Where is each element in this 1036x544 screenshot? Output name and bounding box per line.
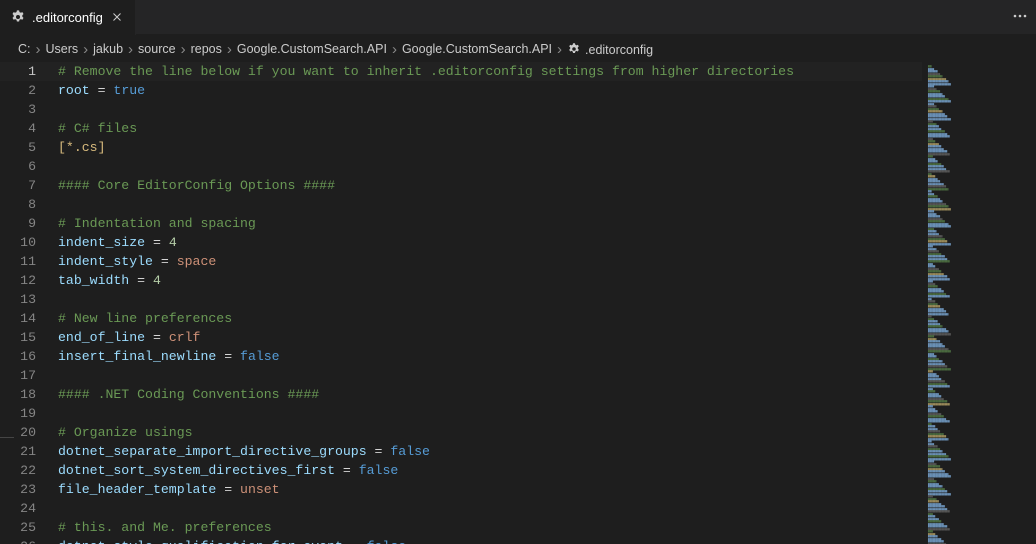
line-number: 5 <box>0 138 58 157</box>
breadcrumb-item[interactable]: Users <box>46 42 79 56</box>
code-line[interactable]: 22dotnet_sort_system_directives_first = … <box>0 461 922 480</box>
line-content: [*.cs] <box>58 138 106 157</box>
tab-title: .editorconfig <box>32 10 103 25</box>
breadcrumb-item[interactable]: Google.CustomSearch.API <box>237 42 387 56</box>
line-number: 7 <box>0 176 58 195</box>
code-line[interactable]: 2root = true <box>0 81 922 100</box>
code-line[interactable]: 21dotnet_separate_import_directive_group… <box>0 442 922 461</box>
line-content: # this. and Me. preferences <box>58 518 272 537</box>
chevron-right-icon: › <box>83 41 88 58</box>
code-line[interactable]: 17 <box>0 366 922 385</box>
line-number: 8 <box>0 195 58 214</box>
line-content: tab_width = 4 <box>58 271 161 290</box>
line-content: file_header_template = unset <box>58 480 280 499</box>
code-line[interactable]: 5[*.cs] <box>0 138 922 157</box>
line-content: # C# files <box>58 119 137 138</box>
line-number: 4 <box>0 119 58 138</box>
code-line[interactable]: 25# this. and Me. preferences <box>0 518 922 537</box>
line-content: end_of_line = crlf <box>58 328 200 347</box>
breadcrumb-item[interactable]: repos <box>191 42 222 56</box>
chevron-right-icon: › <box>36 41 41 58</box>
minimap[interactable]: ████████████████████████████████████████… <box>922 62 1036 544</box>
code-line[interactable]: 9# Indentation and spacing <box>0 214 922 233</box>
code-editor[interactable]: 1# Remove the line below if you want to … <box>0 62 922 544</box>
line-number: 9 <box>0 214 58 233</box>
breadcrumbs[interactable]: C: › Users › jakub › source › repos › Google.Custo… <box>0 35 1036 62</box>
line-number: 23 <box>0 480 58 499</box>
tab-bar: .editorconfig <box>0 0 1036 35</box>
line-number: 10 <box>0 233 58 252</box>
line-number: 18 <box>0 385 58 404</box>
line-content: root = true <box>58 81 145 100</box>
line-number: 14 <box>0 309 58 328</box>
line-content: dotnet_style_qualification_for_event = f… <box>58 537 406 544</box>
line-content: indent_style = space <box>58 252 216 271</box>
line-number: 19 <box>0 404 58 423</box>
line-number: 24 <box>0 499 58 518</box>
chevron-right-icon: › <box>181 41 186 58</box>
line-number: 2 <box>0 81 58 100</box>
line-number: 20 <box>0 423 58 442</box>
line-content: dotnet_separate_import_directive_groups … <box>58 442 430 461</box>
line-content: insert_final_newline = false <box>58 347 280 366</box>
line-number: 16 <box>0 347 58 366</box>
line-number: 17 <box>0 366 58 385</box>
gear-icon <box>10 9 26 25</box>
code-line[interactable]: 8 <box>0 195 922 214</box>
line-content: # New line preferences <box>58 309 232 328</box>
line-content: # Remove the line below if you want to i… <box>58 62 794 81</box>
code-line[interactable]: 4# C# files <box>0 119 922 138</box>
line-content: dotnet_sort_system_directives_first = fa… <box>58 461 398 480</box>
code-line[interactable]: 6 <box>0 157 922 176</box>
line-number: 13 <box>0 290 58 309</box>
line-content: #### Core EditorConfig Options #### <box>58 176 335 195</box>
gear-icon <box>567 42 581 56</box>
chevron-right-icon: › <box>227 41 232 58</box>
code-line[interactable]: 12tab_width = 4 <box>0 271 922 290</box>
chevron-right-icon: › <box>557 41 562 58</box>
line-content: indent_size = 4 <box>58 233 177 252</box>
line-content: # Indentation and spacing <box>58 214 256 233</box>
breadcrumb-item[interactable]: jakub <box>93 42 123 56</box>
line-number: 26 <box>0 537 58 544</box>
line-number: 21 <box>0 442 58 461</box>
code-line[interactable]: 16insert_final_newline = false <box>0 347 922 366</box>
line-number: 3 <box>0 100 58 119</box>
line-number: 25 <box>0 518 58 537</box>
line-number: 15 <box>0 328 58 347</box>
code-line[interactable]: 11indent_style = space <box>0 252 922 271</box>
chevron-right-icon: › <box>128 41 133 58</box>
code-line[interactable]: 14# New line preferences <box>0 309 922 328</box>
breadcrumb-item[interactable]: source <box>138 42 176 56</box>
code-line[interactable]: 24 <box>0 499 922 518</box>
code-line[interactable]: 15end_of_line = crlf <box>0 328 922 347</box>
editor-area: 1# Remove the line below if you want to … <box>0 62 1036 544</box>
line-number: 6 <box>0 157 58 176</box>
tab-editorconfig[interactable]: .editorconfig <box>0 0 136 35</box>
line-content: #### .NET Coding Conventions #### <box>58 385 319 404</box>
line-number: 1 <box>0 62 58 81</box>
code-line[interactable]: 19 <box>0 404 922 423</box>
close-icon[interactable] <box>109 9 125 25</box>
code-line[interactable]: 10indent_size = 4 <box>0 233 922 252</box>
breadcrumb-item[interactable]: .editorconfig <box>567 40 653 57</box>
breadcrumb-item[interactable]: Google.CustomSearch.API <box>402 42 552 56</box>
breadcrumb-item[interactable]: C: <box>18 42 31 56</box>
code-line[interactable]: 1# Remove the line below if you want to … <box>0 62 922 81</box>
tab-actions <box>1004 8 1036 27</box>
code-line[interactable]: 7#### Core EditorConfig Options #### <box>0 176 922 195</box>
code-line[interactable]: 26dotnet_style_qualification_for_event =… <box>0 537 922 544</box>
code-line[interactable]: 20# Organize usings <box>0 423 922 442</box>
code-line[interactable]: 18#### .NET Coding Conventions #### <box>0 385 922 404</box>
line-number: 12 <box>0 271 58 290</box>
line-number: 11 <box>0 252 58 271</box>
line-number: 22 <box>0 461 58 480</box>
line-content: # Organize usings <box>58 423 193 442</box>
chevron-right-icon: › <box>392 41 397 58</box>
more-actions-icon[interactable] <box>1012 8 1028 27</box>
sidebar-divider <box>0 437 14 438</box>
code-line[interactable]: 13 <box>0 290 922 309</box>
code-line[interactable]: 3 <box>0 100 922 119</box>
code-line[interactable]: 23file_header_template = unset <box>0 480 922 499</box>
